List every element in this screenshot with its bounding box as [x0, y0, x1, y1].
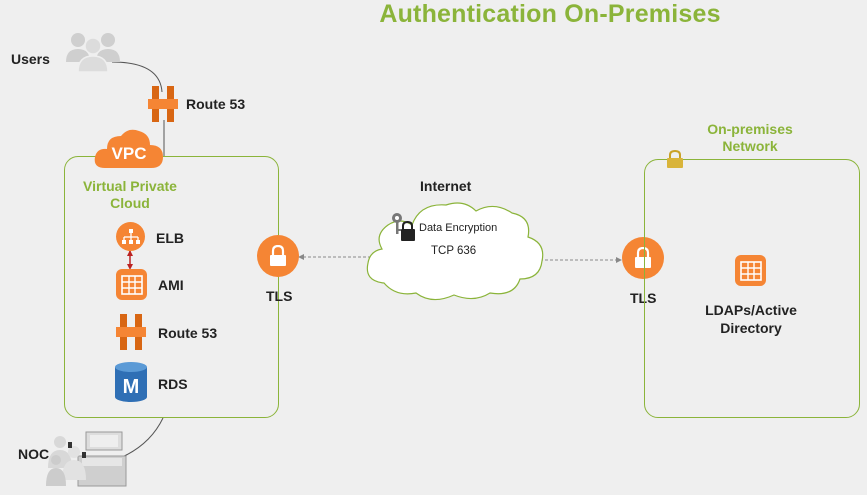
ldap-label: LDAPs/Active Directory — [705, 302, 797, 336]
route53-icon — [148, 86, 178, 122]
internet-label: Internet — [420, 178, 472, 194]
padlock-icon — [666, 150, 684, 168]
directory-server-icon — [735, 255, 766, 286]
vpc-title: Virtual Private Cloud — [83, 178, 177, 211]
tls-left-label: TLS — [266, 288, 293, 304]
elb-label: ELB — [156, 230, 184, 246]
vpc-badge-label: VPC — [111, 144, 147, 163]
users-icon — [64, 28, 122, 76]
route53-vpc-label: Route 53 — [158, 325, 218, 341]
ami-icon — [116, 269, 147, 300]
elb-icon — [116, 222, 145, 251]
onprem-title: On-premises Network — [707, 121, 793, 154]
lock-icon — [257, 235, 299, 277]
route53-top-label: Route 53 — [186, 96, 246, 112]
rds-label: RDS — [158, 376, 188, 392]
ami-label: AMI — [158, 277, 184, 293]
noc-workstation-icon — [44, 428, 130, 490]
users-label: Users — [11, 51, 50, 67]
rds-icon: M — [114, 361, 148, 403]
data-encryption-text: Data Encryption — [419, 222, 498, 234]
tcp-port-text: TCP 636 — [431, 245, 477, 257]
route53-icon — [116, 314, 146, 350]
onprem-container — [644, 159, 860, 418]
svg-text:M: M — [123, 376, 140, 398]
key-lock-icon — [390, 212, 416, 242]
